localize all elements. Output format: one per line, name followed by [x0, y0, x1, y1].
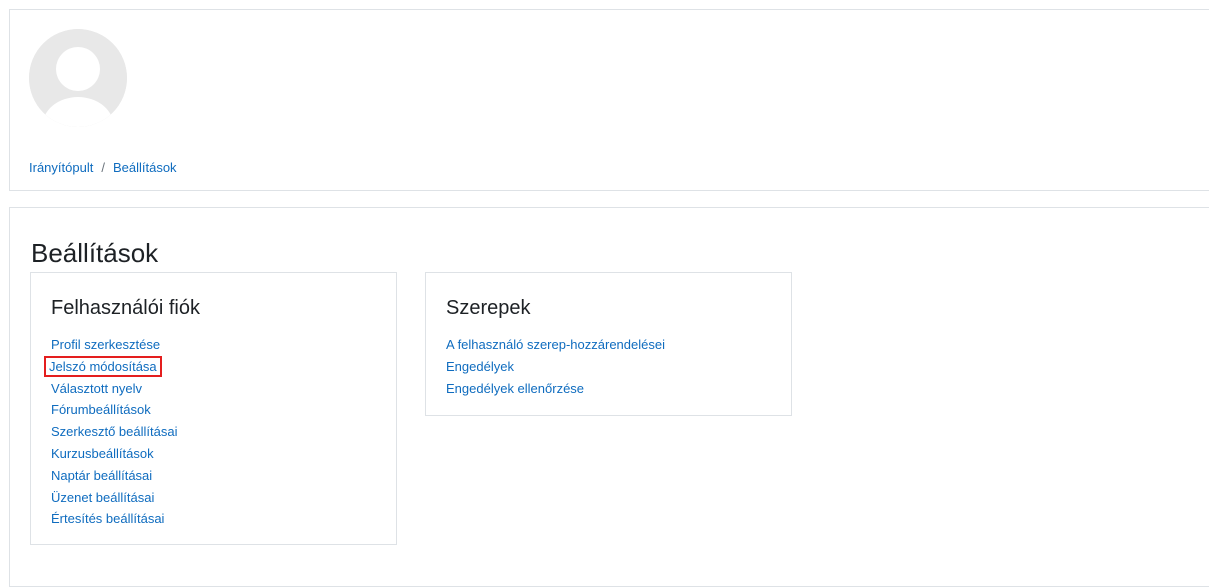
breadcrumb: Irányítópult / Beállítások: [29, 160, 177, 176]
list-item: Profil szerkesztése: [51, 334, 177, 356]
list-item: Naptár beállításai: [51, 465, 177, 487]
page-header: Irányítópult / Beállítások: [9, 9, 1209, 191]
check-permissions-link[interactable]: Engedélyek ellenőrzése: [446, 381, 584, 396]
edit-profile-link[interactable]: Profil szerkesztése: [51, 337, 160, 352]
list-item: Fórumbeállítások: [51, 399, 177, 421]
user-account-section-title: Felhasználói fiók: [51, 297, 200, 319]
roles-section-title: Szerepek: [446, 297, 531, 319]
calendar-preferences-link[interactable]: Naptár beállításai: [51, 468, 152, 483]
breadcrumb-dashboard-link[interactable]: Irányítópult: [29, 160, 93, 175]
list-item: Engedélyek: [446, 356, 665, 378]
main-content: Beállítások Felhasználói fiók Profil sze…: [9, 207, 1209, 587]
list-item: Kurzusbeállítások: [51, 443, 177, 465]
change-password-link[interactable]: Jelszó módosítása: [44, 355, 162, 377]
forum-preferences-link[interactable]: Fórumbeállítások: [51, 402, 151, 417]
editor-preferences-link[interactable]: Szerkesztő beállításai: [51, 424, 177, 439]
user-account-links: Profil szerkesztése Jelszó módosítása Vá…: [44, 334, 177, 530]
preferred-language-link[interactable]: Választott nyelv: [51, 381, 142, 396]
list-item: Választott nyelv: [51, 378, 177, 400]
list-item: Engedélyek ellenőrzése: [446, 378, 665, 400]
roles-section: Szerepek A felhasználó szerep-hozzárende…: [425, 272, 792, 416]
list-item: A felhasználó szerep-hozzárendelései: [446, 334, 665, 356]
permissions-link[interactable]: Engedélyek: [446, 359, 514, 374]
breadcrumb-separator: /: [101, 160, 105, 175]
breadcrumb-preferences-link[interactable]: Beállítások: [113, 160, 177, 175]
roles-links: A felhasználó szerep-hozzárendelései Eng…: [446, 334, 665, 399]
course-preferences-link[interactable]: Kurzusbeállítások: [51, 446, 154, 461]
user-silhouette-icon: [29, 29, 127, 127]
list-item: Üzenet beállításai: [51, 487, 177, 509]
page-title: Beállítások: [31, 238, 159, 268]
message-preferences-link[interactable]: Üzenet beállításai: [51, 490, 154, 505]
notification-preferences-link[interactable]: Értesítés beállításai: [51, 511, 164, 526]
user-avatar-icon[interactable]: [29, 29, 127, 127]
user-account-section: Felhasználói fiók Profil szerkesztése Je…: [30, 272, 397, 545]
list-item: Értesítés beállításai: [51, 508, 177, 530]
list-item: Jelszó módosítása: [44, 355, 177, 378]
role-assignments-link[interactable]: A felhasználó szerep-hozzárendelései: [446, 337, 665, 352]
list-item: Szerkesztő beállításai: [51, 421, 177, 443]
